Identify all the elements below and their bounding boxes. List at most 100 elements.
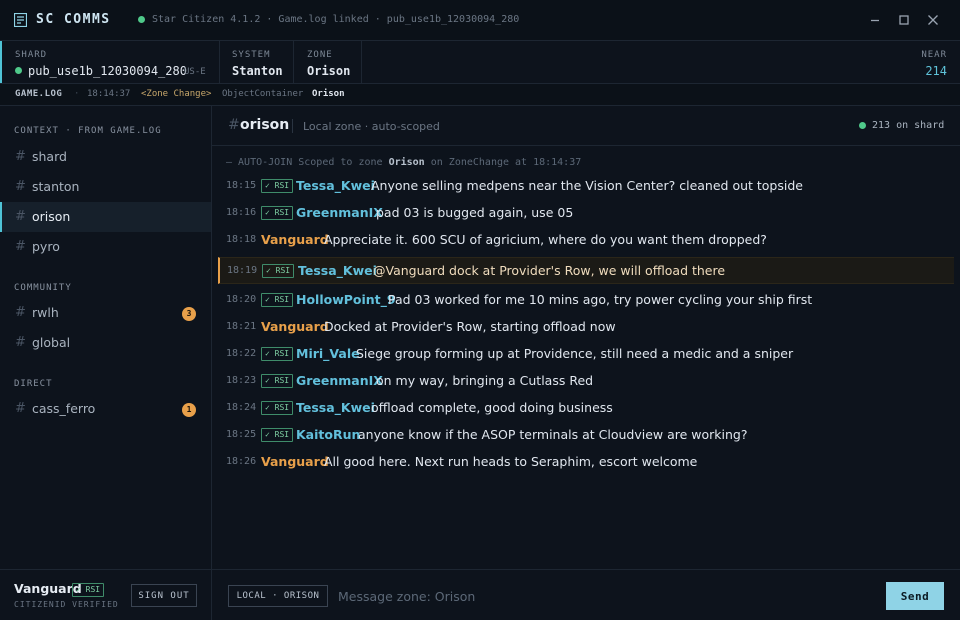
message-row-mention: 18:19 ✓ RSI Tessa_Kwei @Vanguard dock at… <box>218 257 954 284</box>
log-label: GAME.LOG <box>15 89 63 99</box>
scope-selector[interactable]: LOCAL · ORISON <box>228 585 328 607</box>
shard-status-icon <box>15 67 22 74</box>
connection-status-icon <box>138 16 145 23</box>
message-row: 18:15 ✓ RSI Tessa_Kwei Anyone selling me… <box>218 173 954 200</box>
message-text: anyone know if the ASOP terminals at Clo… <box>358 427 748 442</box>
unread-badge: 1 <box>182 403 196 417</box>
channel-name: pyro <box>32 239 60 254</box>
zone-label: ZONE <box>307 50 333 60</box>
message-author[interactable]: GreenmanIX <box>296 205 383 220</box>
message-time: 18:26 <box>226 456 257 467</box>
hash-icon: # <box>15 305 26 320</box>
message-text: Appreciate it. 600 SCU of agricium, wher… <box>324 232 767 247</box>
channel-cass-ferro[interactable]: # cass_ferro 1 <box>0 394 211 424</box>
log-object: ObjectContainer <box>222 89 304 99</box>
message-text: pad 03 is bugged again, use 05 <box>376 205 574 220</box>
message-time: 18:21 <box>226 321 257 332</box>
message-author[interactable]: HollowPoint_9 <box>296 292 396 307</box>
context-heading: CONTEXT · FROM GAME.LOG <box>14 126 162 136</box>
channel-orison[interactable]: # orison <box>0 202 211 232</box>
channel-name: stanton <box>32 179 80 194</box>
message-text: Anyone selling medpens near the Vision C… <box>371 178 803 193</box>
zone-value: Orison <box>307 64 351 78</box>
message-author[interactable]: Miri_Vale <box>296 346 360 361</box>
sign-out-button[interactable]: SIGN OUT <box>131 584 197 607</box>
send-button[interactable]: Send <box>886 582 944 610</box>
message-row: 18:24 ✓ RSI Tessa_Kwei offload complete,… <box>218 395 954 422</box>
title-bar: SC COMMS Star Citizen 4.1.2 · Game.log l… <box>0 0 960 41</box>
sidebar: CONTEXT · FROM GAME.LOG # shard # stanto… <box>0 106 212 620</box>
zone-cell: ZONE Orison <box>294 41 362 83</box>
rsi-verified-badge: ✓ RSI <box>262 264 295 278</box>
message-composer: LOCAL · ORISON Send <box>212 569 960 620</box>
message-row: 18:18 Vanguard Appreciate it. 600 SCU of… <box>218 227 954 254</box>
rsi-verified-badge: ✓ RSI <box>261 374 294 388</box>
rsi-verified-badge: ✓ RSI <box>261 179 294 193</box>
app-title: SC COMMS <box>36 12 111 27</box>
message-time: 18:23 <box>226 375 257 386</box>
log-separator: · <box>74 89 80 99</box>
log-event: <Zone Change> <box>141 89 212 99</box>
close-icon[interactable] <box>924 11 942 29</box>
header-divider <box>292 119 293 133</box>
system-value: Stanton <box>232 64 283 78</box>
message-text: offload complete, good doing business <box>371 400 613 415</box>
shard-cell: SHARD pub_use1b_12030094_280 US-E <box>0 41 220 83</box>
message-author[interactable]: GreenmanIX <box>296 373 383 388</box>
hash-icon: # <box>15 149 26 164</box>
online-count: 213 on shard <box>872 120 945 131</box>
log-time: 18:14:37 <box>87 89 131 99</box>
message-author[interactable]: Vanguard <box>261 454 329 469</box>
channel-stanton[interactable]: # stanton <box>0 172 211 202</box>
message-time: 18:20 <box>226 294 257 305</box>
message-author[interactable]: Tessa_Kwei <box>298 263 377 278</box>
rsi-verified-badge: ✓ RSI <box>261 347 294 361</box>
message-row: 18:16 ✓ RSI GreenmanIX pad 03 is bugged … <box>218 200 954 227</box>
message-row: 18:20 ✓ RSI HollowPoint_9 Pad 03 worked … <box>218 287 954 314</box>
message-author[interactable]: Vanguard <box>261 319 329 334</box>
message-input[interactable] <box>338 584 878 608</box>
message-row: 18:21 Vanguard Docked at Provider's Row,… <box>218 314 954 341</box>
message-author[interactable]: Tessa_Kwei <box>296 178 375 193</box>
channel-name: cass_ferro <box>32 401 96 416</box>
game-log-line: GAME.LOG · 18:14:37 <Zone Change> Object… <box>0 84 960 106</box>
near-value: 214 <box>925 64 947 78</box>
verification-status: CITIZENID VERIFIED <box>14 600 119 609</box>
rsi-verified-badge: ✓ RSI <box>261 401 294 415</box>
message-author[interactable]: Vanguard <box>261 232 329 247</box>
message-text: Pad 03 worked for me 10 mins ago, try po… <box>388 292 813 307</box>
channel-rwlh[interactable]: # rwlh 3 <box>0 298 211 328</box>
hash-icon: # <box>228 117 240 133</box>
direct-heading: DIRECT <box>14 379 53 389</box>
system-suffix: on ZoneChange at 18:14:37 <box>430 157 582 168</box>
message-row: 18:23 ✓ RSI GreenmanIX on my way, bringi… <box>218 368 954 395</box>
channel-header: # orison Local zone · auto-scoped 213 on… <box>212 106 960 146</box>
context-strip: SHARD pub_use1b_12030094_280 US-E SYSTEM… <box>0 41 960 84</box>
log-zone: Orison <box>312 89 345 99</box>
channel-name: orison <box>32 209 71 224</box>
message-row: 18:22 ✓ RSI Miri_Vale Siege group formin… <box>218 341 954 368</box>
channel-name: shard <box>32 149 67 164</box>
message-row: 18:26 Vanguard All good here. Next run h… <box>218 449 954 476</box>
message-author[interactable]: KaitoRun <box>296 427 360 442</box>
message-text: @Vanguard dock at Provider's Row, we wil… <box>373 263 726 278</box>
message-text: on my way, bringing a Cutlass Red <box>376 373 594 388</box>
system-cell: SYSTEM Stanton <box>220 41 294 83</box>
system-zone: Orison <box>388 157 425 168</box>
unread-badge: 3 <box>182 307 196 321</box>
channel-global[interactable]: # global <box>0 328 211 358</box>
message-time: 18:25 <box>226 429 257 440</box>
hash-icon: # <box>15 335 26 350</box>
minimize-icon[interactable] <box>866 11 884 29</box>
channel-name: rwlh <box>32 305 59 320</box>
message-time: 18:19 <box>227 265 258 276</box>
rsi-verified-badge: ✓ RSI <box>261 293 294 307</box>
maximize-icon[interactable] <box>895 11 913 29</box>
channel-shard[interactable]: # shard <box>0 142 211 172</box>
online-status-icon <box>859 122 866 129</box>
message-author[interactable]: Tessa_Kwei <box>296 400 375 415</box>
rsi-verified-badge: ✓ RSI <box>261 206 294 220</box>
chat-panel: # orison Local zone · auto-scoped 213 on… <box>212 106 960 620</box>
channel-pyro[interactable]: # pyro <box>0 232 211 262</box>
message-time: 18:15 <box>226 180 257 191</box>
